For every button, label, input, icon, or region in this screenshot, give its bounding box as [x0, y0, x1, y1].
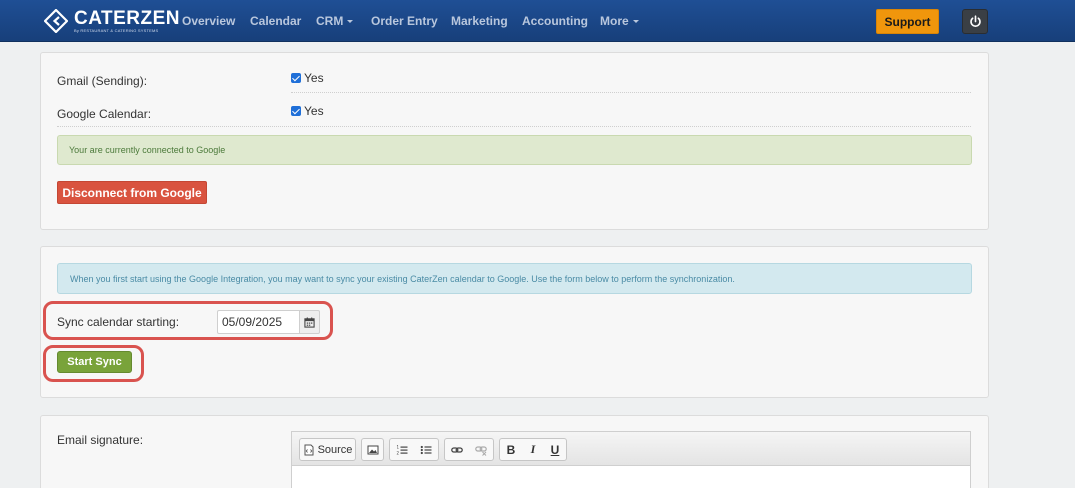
start-sync-button[interactable]: Start Sync	[57, 351, 132, 373]
source-icon	[304, 444, 314, 455]
format-group: B I U	[499, 438, 567, 461]
gmail-sending-checkbox[interactable]: Yes	[291, 71, 324, 85]
numbered-list-button[interactable]: 12	[390, 439, 414, 460]
nav-crm-label: CRM	[316, 14, 344, 28]
nav-calendar[interactable]: Calendar	[250, 14, 301, 28]
brand-name: CATERZEN	[74, 8, 181, 29]
bulleted-list-icon	[420, 445, 432, 454]
support-button[interactable]: Support	[876, 9, 939, 34]
sync-date-input[interactable]	[217, 310, 299, 334]
disconnect-google-button[interactable]: Disconnect from Google	[57, 181, 207, 204]
brand-tagline: By RESTAURANT & CATERING SYSTEMS	[74, 28, 159, 33]
image-group	[361, 438, 384, 461]
underline-button[interactable]: U	[544, 439, 566, 460]
nav-order-entry[interactable]: Order Entry	[371, 14, 438, 28]
checkbox-checked-icon	[291, 106, 301, 116]
signature-editor: Source 12 B I U	[291, 431, 971, 488]
bold-button[interactable]: B	[500, 439, 522, 460]
logout-button[interactable]	[962, 9, 988, 34]
power-icon	[969, 15, 981, 27]
divider	[291, 92, 971, 93]
link-group	[444, 438, 494, 461]
chevron-down-icon	[632, 20, 639, 24]
email-signature-label: Email signature:	[57, 433, 144, 447]
svg-text:1: 1	[397, 444, 400, 449]
google-calendar-label: Google Calendar:	[57, 107, 152, 121]
nav-accounting[interactable]: Accounting	[522, 14, 588, 28]
gmail-sending-value: Yes	[304, 71, 324, 85]
source-button[interactable]: Source	[300, 439, 355, 460]
unlink-icon	[475, 445, 487, 456]
link-icon	[451, 446, 463, 453]
connected-alert: Your are currently connected to Google	[57, 135, 972, 165]
caterzen-logo-icon	[44, 9, 68, 33]
source-label: Source	[317, 443, 353, 456]
caterzen-logo[interactable]: CATERZEN By RESTAURANT & CATERING SYSTEM…	[44, 8, 180, 34]
nav-marketing[interactable]: Marketing	[451, 14, 508, 28]
italic-button[interactable]: I	[522, 439, 544, 460]
source-group: Source	[299, 438, 356, 461]
sync-start-label: Sync calendar starting:	[57, 315, 180, 329]
chevron-down-icon	[347, 20, 354, 24]
image-button[interactable]	[362, 439, 383, 460]
gmail-sending-label: Gmail (Sending):	[57, 74, 148, 88]
divider	[57, 126, 971, 127]
checkbox-checked-icon	[291, 73, 301, 83]
calendar-icon	[304, 316, 315, 328]
google-calendar-checkbox[interactable]: Yes	[291, 104, 324, 118]
unlink-button[interactable]	[469, 439, 493, 460]
list-group: 12	[389, 438, 439, 461]
nav-more[interactable]: More	[600, 14, 639, 28]
link-button[interactable]	[445, 439, 469, 460]
nav-crm[interactable]: CRM	[316, 14, 354, 28]
numbered-list-icon: 12	[397, 444, 408, 455]
sync-info-alert: When you first start using the Google In…	[57, 263, 972, 294]
nav-more-label: More	[600, 14, 629, 28]
nav-overview[interactable]: Overview	[182, 14, 235, 28]
svg-text:2: 2	[397, 450, 400, 455]
top-navbar: CATERZEN By RESTAURANT & CATERING SYSTEM…	[0, 0, 1075, 42]
editor-toolbar: Source 12 B I U	[292, 432, 970, 466]
image-icon	[367, 445, 378, 454]
calendar-button[interactable]	[299, 310, 320, 334]
sync-date-picker	[217, 310, 320, 334]
google-calendar-value: Yes	[304, 104, 324, 118]
bulleted-list-button[interactable]	[414, 439, 438, 460]
